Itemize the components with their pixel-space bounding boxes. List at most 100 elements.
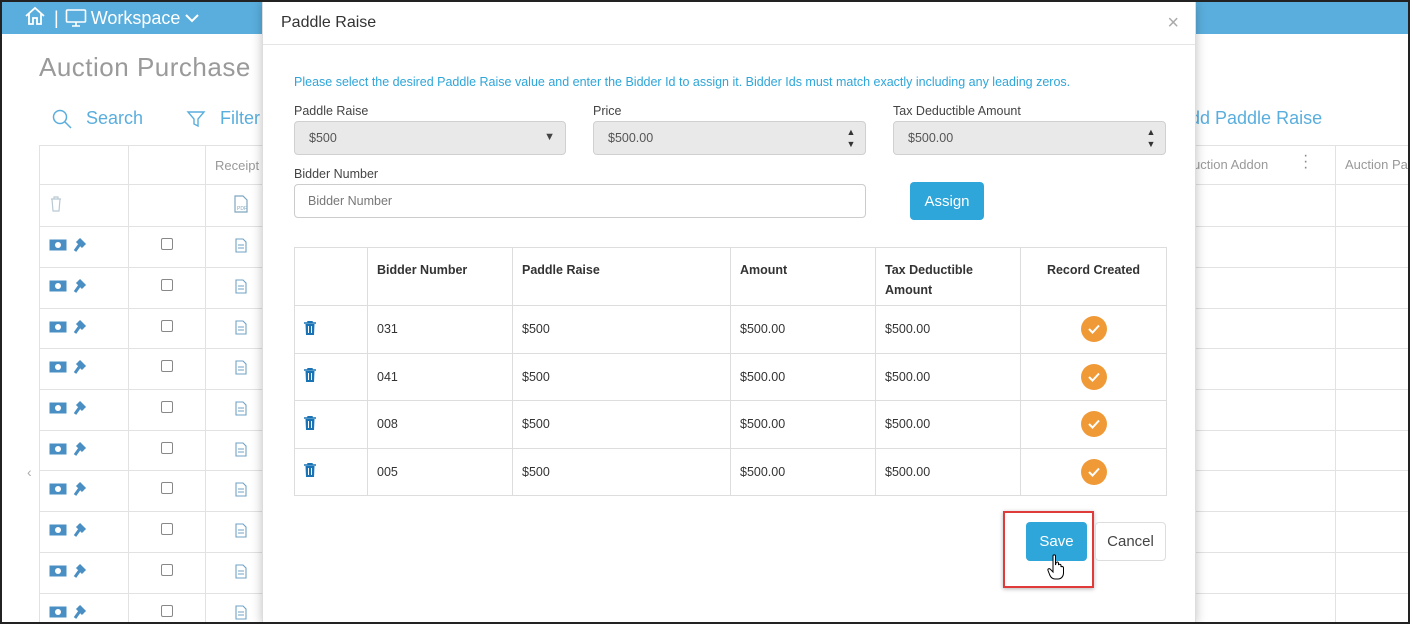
search-label: Search bbox=[86, 108, 144, 128]
column-header-bidder-number: Bidder Number bbox=[367, 247, 513, 306]
column-header-auction-pa[interactable]: Auction Pa bbox=[1345, 157, 1408, 172]
amount-cell: $500.00 bbox=[730, 305, 876, 354]
column-header-receipt[interactable]: Receipt bbox=[215, 158, 259, 173]
amount-cell: $500.00 bbox=[730, 447, 876, 496]
table-row: 008 $500 $500.00 $500.00 bbox=[294, 400, 1167, 449]
column-header-auction-addon[interactable]: uction Addon bbox=[1193, 157, 1268, 172]
add-paddle-raise-link[interactable]: dd Paddle Raise bbox=[1190, 108, 1322, 129]
pdf-icon[interactable]: PDF bbox=[233, 195, 249, 218]
money-icon[interactable] bbox=[49, 402, 67, 414]
money-icon[interactable] bbox=[49, 321, 67, 333]
document-icon[interactable] bbox=[235, 523, 247, 538]
checkmark-icon bbox=[1080, 458, 1107, 485]
tax-deductible-input[interactable]: $500.00 ▲ ▼ bbox=[893, 121, 1166, 155]
money-icon[interactable] bbox=[49, 443, 67, 455]
document-icon[interactable] bbox=[235, 279, 247, 294]
paddle-raise-select[interactable]: $500 ▼ bbox=[294, 121, 566, 155]
gavel-icon[interactable] bbox=[73, 237, 89, 253]
gavel-icon[interactable] bbox=[73, 278, 89, 294]
close-icon[interactable]: × bbox=[1167, 12, 1179, 35]
money-icon[interactable] bbox=[49, 524, 67, 536]
paddle-raise-cell: $500 bbox=[512, 352, 731, 401]
paddle-raise-value: $500 bbox=[309, 131, 337, 145]
tax-deductible-cell: $500.00 bbox=[875, 352, 1021, 401]
row-actions bbox=[49, 563, 89, 579]
row-checkbox[interactable] bbox=[161, 279, 173, 291]
price-value: $500.00 bbox=[608, 131, 654, 145]
document-icon[interactable] bbox=[235, 564, 247, 579]
gavel-icon[interactable] bbox=[73, 400, 89, 416]
amount-cell: $500.00 bbox=[730, 400, 876, 449]
record-created-cell bbox=[1020, 447, 1167, 496]
money-icon[interactable] bbox=[49, 239, 67, 251]
tax-deductible-cell: $500.00 bbox=[875, 305, 1021, 354]
gavel-icon[interactable] bbox=[73, 481, 89, 497]
bidder-number-cell: 041 bbox=[367, 352, 513, 401]
price-input[interactable]: $500.00 ▲ ▼ bbox=[593, 121, 866, 155]
row-checkbox[interactable] bbox=[161, 238, 173, 250]
modal-header: Paddle Raise × bbox=[263, 2, 1195, 45]
trash-icon[interactable] bbox=[304, 368, 316, 383]
workspace-menu[interactable]: Workspace bbox=[65, 8, 201, 29]
kebab-menu-icon[interactable]: · · · bbox=[1303, 148, 1308, 176]
filter-button[interactable]: Filter bbox=[186, 108, 260, 129]
checkmark-icon bbox=[1080, 363, 1107, 390]
paddle-raise-cell: $500 bbox=[512, 447, 731, 496]
tax-deductible-value: $500.00 bbox=[908, 131, 954, 145]
paddle-raise-cell: $500 bbox=[512, 400, 731, 449]
delete-row-cell bbox=[294, 447, 368, 496]
money-icon[interactable] bbox=[49, 606, 67, 618]
modal-title: Paddle Raise bbox=[281, 14, 377, 31]
tax-deductible-cell: $500.00 bbox=[875, 447, 1021, 496]
document-icon[interactable] bbox=[235, 360, 247, 375]
collapse-arrow-icon[interactable]: ‹ bbox=[27, 464, 32, 480]
document-icon[interactable] bbox=[235, 238, 247, 253]
gavel-icon[interactable] bbox=[73, 441, 89, 457]
price-label: Price bbox=[593, 104, 622, 118]
gavel-icon[interactable] bbox=[73, 522, 89, 538]
checkmark-icon bbox=[1080, 411, 1107, 438]
assignments-table: Bidder Number Paddle Raise Amount Tax De… bbox=[294, 247, 1167, 496]
document-icon[interactable] bbox=[235, 482, 247, 497]
row-checkbox[interactable] bbox=[161, 564, 173, 576]
trash-icon[interactable] bbox=[304, 320, 316, 335]
table-row: 031 $500 $500.00 $500.00 bbox=[294, 305, 1167, 354]
column-header-amount: Amount bbox=[730, 247, 876, 306]
row-checkbox[interactable] bbox=[161, 442, 173, 454]
gavel-icon[interactable] bbox=[73, 359, 89, 375]
trash-icon[interactable] bbox=[304, 415, 316, 430]
money-icon[interactable] bbox=[49, 361, 67, 373]
gavel-icon[interactable] bbox=[73, 563, 89, 579]
trash-icon[interactable] bbox=[50, 196, 62, 217]
money-icon[interactable] bbox=[49, 565, 67, 577]
home-icon[interactable] bbox=[24, 6, 46, 31]
gavel-icon[interactable] bbox=[73, 604, 89, 620]
row-checkbox[interactable] bbox=[161, 320, 173, 332]
bidder-number-input[interactable]: Bidder Number bbox=[294, 184, 866, 218]
record-created-cell bbox=[1020, 352, 1167, 401]
assign-button[interactable]: Assign bbox=[910, 182, 984, 220]
document-icon[interactable] bbox=[235, 442, 247, 457]
price-stepper[interactable]: ▲ ▼ bbox=[837, 122, 865, 154]
row-checkbox[interactable] bbox=[161, 605, 173, 617]
gavel-icon[interactable] bbox=[73, 319, 89, 335]
row-checkbox[interactable] bbox=[161, 523, 173, 535]
money-icon[interactable] bbox=[49, 483, 67, 495]
row-checkbox[interactable] bbox=[161, 482, 173, 494]
money-icon[interactable] bbox=[49, 280, 67, 292]
row-checkbox[interactable] bbox=[161, 401, 173, 413]
filter-label: Filter bbox=[220, 108, 260, 128]
table-row: 041 $500 $500.00 $500.00 bbox=[294, 352, 1167, 401]
row-checkbox[interactable] bbox=[161, 360, 173, 372]
search-button[interactable]: Search bbox=[52, 108, 143, 129]
column-header-paddle-raise: Paddle Raise bbox=[512, 247, 731, 306]
document-icon[interactable] bbox=[235, 320, 247, 335]
paddle-raise-cell: $500 bbox=[512, 305, 731, 354]
trash-icon[interactable] bbox=[304, 463, 316, 478]
instructions-text: Please select the desired Paddle Raise v… bbox=[294, 75, 1071, 89]
document-icon[interactable] bbox=[235, 605, 247, 620]
tax-stepper[interactable]: ▲ ▼ bbox=[1137, 122, 1165, 154]
dropdown-caret-icon: ▼ bbox=[544, 131, 555, 143]
cancel-button[interactable]: Cancel bbox=[1095, 522, 1166, 561]
document-icon[interactable] bbox=[235, 401, 247, 416]
